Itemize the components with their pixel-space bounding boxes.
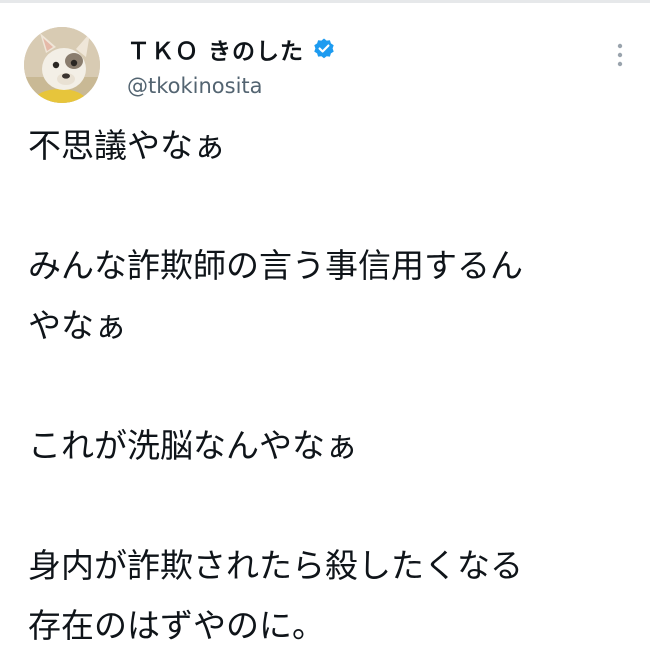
tweet-line-blank	[28, 356, 638, 416]
tweet-line-blank	[28, 176, 638, 236]
tweet-line: みんな詐欺師の言う事信用するん	[28, 246, 523, 285]
handle[interactable]: @tkokinosita	[127, 74, 263, 98]
display-name[interactable]: ＴＫＯ きのした	[127, 32, 304, 66]
tweet-line: これが洗脳なんやなぁ	[28, 426, 358, 465]
tweet-line-blank	[28, 476, 638, 536]
tweet-line: やなぁ	[28, 306, 127, 345]
french-bulldog-avatar-icon	[24, 27, 100, 103]
more-button[interactable]	[608, 40, 632, 70]
tweet-text: 不思議やなぁ みんな詐欺師の言う事信用するん やなぁ これが洗脳なんやなぁ 身内…	[28, 116, 638, 656]
display-name-row: ＴＫＯ きのした	[127, 33, 336, 65]
more-vertical-icon	[617, 43, 623, 67]
tweet-line: 不思議やなぁ	[28, 126, 226, 165]
tweet-line: 身内が詐欺されたら殺したくなる	[28, 546, 523, 585]
tweet-card: ＴＫＯ きのした @tkokinosita 不思議やなぁ みんな詐欺師の言う事信…	[0, 0, 650, 645]
avatar[interactable]	[24, 27, 100, 103]
tweet-line: 存在のはずやのに。	[28, 606, 325, 645]
verified-badge-icon	[312, 37, 336, 61]
